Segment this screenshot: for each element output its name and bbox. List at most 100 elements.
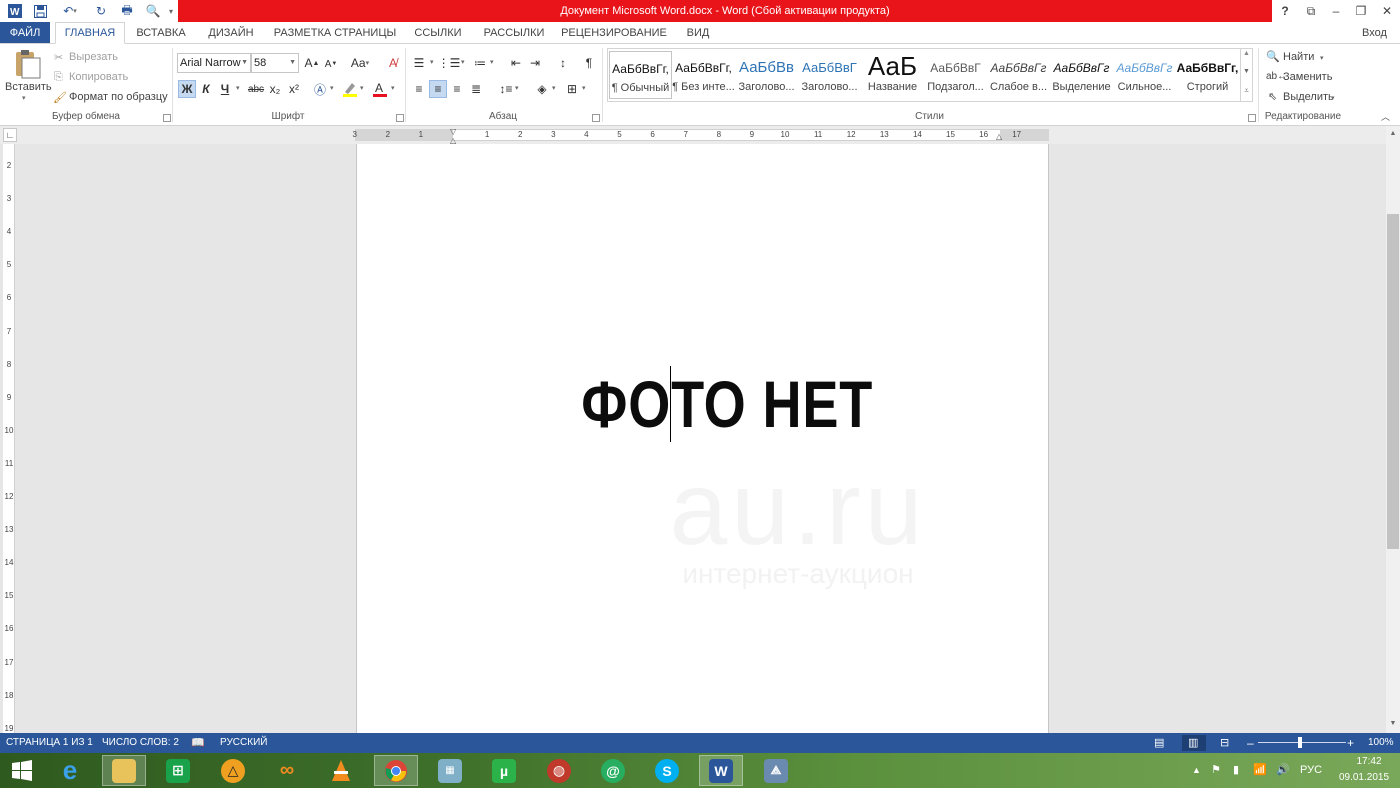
change-case-button[interactable]: Aa ▾ [346,54,374,72]
tab-home[interactable]: ГЛАВНАЯ [55,22,125,44]
font-launcher-icon[interactable] [396,114,404,122]
text-effects-icon[interactable]: Ⓐ [311,80,329,98]
bold-button[interactable]: Ж [178,80,196,98]
multilevel-list-icon[interactable]: ≔ [471,54,489,72]
tab-page-layout[interactable]: РАЗМЕТКА СТРАНИЦЫ [270,22,400,44]
zoom-in-icon[interactable]: + [1347,733,1354,753]
style-heading-1[interactable]: АаБбВв Заголово... [735,51,798,99]
first-line-indent-icon[interactable]: ▽ [450,127,456,136]
word-app-icon[interactable]: W [6,2,24,20]
skype-icon[interactable]: S [645,755,689,786]
tray-battery-icon[interactable]: ▮ [1233,753,1239,788]
decrease-indent-icon[interactable]: ⇤ [507,54,525,72]
tab-file[interactable]: ФАЙЛ [0,22,50,44]
strikethrough-button[interactable]: abc [246,80,266,98]
clipboard-launcher-icon[interactable] [163,114,171,122]
increase-indent-icon[interactable]: ⇥ [526,54,544,72]
tab-selector-icon[interactable]: ∟ [3,128,17,142]
aimp-icon[interactable]: △ [211,755,255,786]
read-mode-icon[interactable]: ▤ [1154,733,1164,753]
align-right-icon[interactable]: ≡ [448,80,466,98]
font-size-combo[interactable]: 58 ▼ [251,53,299,73]
align-left-icon[interactable]: ≡ [410,80,428,98]
shading-icon[interactable]: ◈ [533,80,551,98]
close-button[interactable]: ✕ [1374,0,1400,22]
style-title[interactable]: АаБ Название [861,51,924,99]
tray-volume-icon[interactable]: 🔊 [1276,753,1290,788]
paste-dropdown-icon[interactable]: ▾ [22,94,26,102]
scroll-thumb[interactable] [1387,214,1399,549]
sort-icon[interactable]: ↕ [554,54,572,72]
superscript-button[interactable]: x² [285,80,303,98]
shrink-font-icon[interactable]: A ▼ [322,55,340,73]
shading-dropdown-icon[interactable]: ▾ [552,84,556,92]
input-language[interactable]: РУС [1300,753,1322,788]
utorrent-icon[interactable]: µ [482,755,526,786]
font-name-combo[interactable]: Arial Narrow ▼ [177,53,251,73]
tray-network-icon[interactable]: 📶 [1253,753,1267,788]
zoom-slider-thumb[interactable] [1298,737,1302,748]
copy-icon[interactable]: ⎘ [54,71,63,84]
tab-insert[interactable]: ВСТАВКА [130,22,192,44]
proofing-icon[interactable]: 📖 [191,733,205,753]
font-color-icon[interactable]: A [371,80,389,98]
subscript-button[interactable]: x₂ [266,80,284,98]
grow-font-icon[interactable]: A ▲ [303,54,321,72]
styles-more-icon[interactable]: ⩡ [1241,86,1252,96]
tab-references[interactable]: ССЫЛКИ [408,22,468,44]
mail-agent-icon[interactable]: @ [591,755,635,786]
style-emphasis[interactable]: АаБбВвГг Выделение [1050,51,1113,99]
tab-view[interactable]: ВИД [678,22,718,44]
text-effects-dropdown-icon[interactable]: ▾ [330,84,334,92]
tray-flag-icon[interactable]: ⚑ [1211,753,1221,788]
cut-button[interactable]: Вырезать [69,51,118,63]
line-spacing-dropdown-icon[interactable]: ▾ [515,84,519,92]
start-button[interactable] [0,755,44,786]
pilcrow-icon[interactable]: ¶ [580,54,598,72]
styles-launcher-icon[interactable] [1248,114,1256,122]
chrome-icon[interactable] [374,755,418,786]
format-painter-icon[interactable]: 🖌 [53,91,67,104]
cut-icon[interactable]: ✂ [54,51,63,64]
italic-button[interactable]: К [197,80,215,98]
select-dropdown-icon[interactable]: ▾ [1331,94,1335,102]
clock-date[interactable]: 09.01.2015 [1334,772,1394,783]
style-intense-emphasis[interactable]: АаБбВвГг Сильное... [1113,51,1176,99]
right-indent-icon[interactable]: △ [996,132,1002,141]
player-icon[interactable]: ∞ [265,755,309,786]
style-subtitle[interactable]: АаБбВвГ Подзагол... [924,51,987,99]
numbering-dropdown-icon[interactable]: ▾ [461,58,465,66]
network-tool-icon[interactable]: ⟁ [754,755,798,786]
bullets-dropdown-icon[interactable]: ▾ [430,58,434,66]
font-color-dropdown-icon[interactable]: ▾ [391,84,395,92]
save-icon[interactable] [31,2,49,20]
borders-icon[interactable]: ⊞ [563,80,581,98]
tray-expand-icon[interactable]: ▲ [1192,753,1201,788]
language-status[interactable]: РУССКИЙ [220,733,267,753]
underline-button[interactable]: Ч [216,80,234,98]
highlight-dropdown-icon[interactable]: ▾ [360,84,364,92]
zoom-out-icon[interactable]: – [1247,733,1254,753]
find-icon[interactable]: 🔍 [1266,50,1280,63]
zoom-level[interactable]: 100% [1368,733,1394,753]
document-text[interactable]: ФОТО НЕТ [421,366,1033,442]
replace-button[interactable]: Заменить [1283,71,1332,83]
vlc-icon[interactable] [319,755,363,786]
clear-formatting-icon[interactable]: A̸ [384,54,402,72]
find-button[interactable]: Найти [1283,51,1314,63]
tab-mailings[interactable]: РАССЫЛКИ [478,22,550,44]
format-painter-button[interactable]: Формат по образцу [69,91,168,103]
word-count-status[interactable]: ЧИСЛО СЛОВ: 2 [102,733,179,753]
undo-icon[interactable]: ↶ ▾ [57,2,83,20]
style-subtle-emphasis[interactable]: АаБбВвГг Слабое в... [987,51,1050,99]
styles-scroll-up-icon[interactable]: ▲ [1241,50,1252,57]
print-icon[interactable]: 🖶 [118,2,136,20]
collapse-ribbon-icon[interactable]: ︿ [1381,110,1390,123]
ccleaner-icon[interactable]: ◍ [537,755,581,786]
page-count-status[interactable]: СТРАНИЦА 1 ИЗ 1 [6,733,93,753]
store-icon[interactable]: ⊞ [156,755,200,786]
paste-icon[interactable] [8,50,42,80]
print-preview-icon[interactable]: 🔍 [144,2,162,20]
file-explorer-icon[interactable] [102,755,146,786]
word-taskbar-icon[interactable]: W [699,755,743,786]
